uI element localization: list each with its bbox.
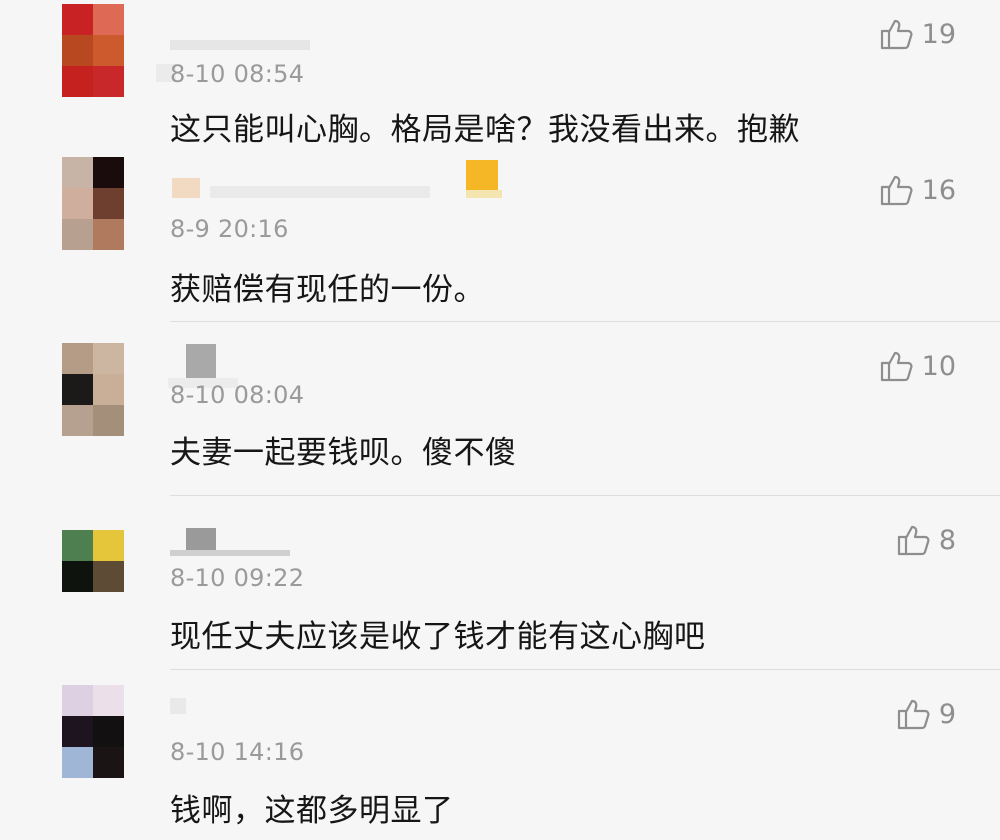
avatar-tile (93, 747, 124, 778)
avatar[interactable] (62, 343, 124, 437)
thumbs-up-icon (897, 525, 930, 556)
like-count: 10 (921, 350, 956, 382)
username-blurred[interactable] (170, 688, 510, 718)
comment-text: 获赔偿有现任的一份。 (170, 272, 485, 308)
thumbs-up-icon (880, 175, 913, 206)
avatar-tile (62, 343, 93, 374)
avatar[interactable] (62, 157, 124, 251)
like-count: 9 (938, 698, 956, 730)
like-button[interactable]: 19 (880, 18, 956, 50)
comment-time: 8-10 08:04 (170, 381, 305, 409)
username-blurred[interactable] (170, 160, 510, 198)
avatar-tile (93, 35, 124, 66)
avatar-tile (62, 157, 93, 188)
like-count: 19 (921, 18, 956, 50)
avatar-tile (62, 66, 93, 97)
avatar-tile (62, 530, 93, 561)
avatar-tile (93, 374, 124, 405)
comment-text: 这只能叫心胸。格局是啥？我没看出来。抱歉 (170, 112, 800, 148)
comment-text: 现任丈夫应该是收了钱才能有这心胸吧 (170, 619, 706, 655)
comment-time: 8-10 09:22 (170, 564, 305, 592)
avatar-tile (93, 4, 124, 35)
avatar[interactable] (62, 4, 124, 98)
avatar-tile (93, 685, 124, 716)
like-button[interactable]: 16 (880, 174, 956, 206)
avatar-tile (62, 405, 93, 436)
avatar-tile (93, 219, 124, 250)
like-button[interactable]: 10 (880, 350, 956, 382)
avatar-tile (93, 716, 124, 747)
comment-text: 夫妻一起要钱呗。傻不傻 (170, 435, 517, 471)
avatar-tile (62, 374, 93, 405)
avatar-tile (93, 561, 124, 592)
thumbs-up-icon (880, 351, 913, 382)
thumbs-up-icon (880, 19, 913, 50)
avatar-tile (62, 747, 93, 778)
avatar-tile (93, 66, 124, 97)
avatar-tile (93, 405, 124, 436)
avatar-tile (93, 157, 124, 188)
comment-time: 8-9 20:16 (170, 215, 289, 243)
divider (170, 669, 1000, 670)
avatar-tile (93, 188, 124, 219)
like-count: 8 (938, 524, 956, 556)
like-count: 16 (921, 174, 956, 206)
avatar-tile (93, 343, 124, 374)
divider (170, 321, 1000, 322)
divider (170, 495, 1000, 496)
username-blurred[interactable] (170, 528, 510, 558)
avatar-tile (62, 219, 93, 250)
avatar-tile (62, 188, 93, 219)
avatar-tile (62, 4, 93, 35)
avatar[interactable] (62, 685, 124, 779)
username-blurred[interactable] (168, 344, 510, 388)
avatar-tile (62, 716, 93, 747)
like-button[interactable]: 8 (897, 524, 956, 556)
avatar-tile (62, 561, 93, 592)
like-button[interactable]: 9 (897, 698, 956, 730)
avatar[interactable] (62, 530, 124, 592)
comment-time: 8-10 08:54 (170, 60, 305, 88)
avatar-tile (93, 530, 124, 561)
thumbs-up-icon (897, 699, 930, 730)
avatar-tile (62, 35, 93, 66)
comment-text: 钱啊，这都多明显了 (170, 793, 454, 829)
avatar-tile (62, 685, 93, 716)
comment-time: 8-10 14:16 (170, 738, 305, 766)
